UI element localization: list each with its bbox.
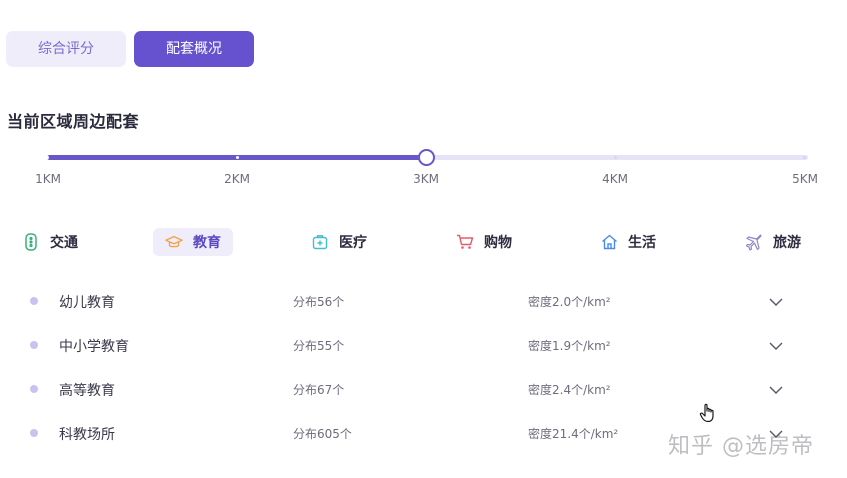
medical-kit-icon: [311, 233, 329, 251]
slider-stop-4km[interactable]: [614, 156, 617, 159]
chevron-down-icon[interactable]: [768, 338, 784, 352]
traffic-light-icon: [22, 233, 40, 251]
tab-facilities-overview[interactable]: 配套概况: [134, 31, 254, 67]
tick-label-4km: 4KM: [602, 172, 628, 186]
list-item[interactable]: 高等教育 分布67个 密度2.4个/km²: [0, 374, 847, 404]
slider-stop-1km[interactable]: [46, 156, 49, 159]
item-name: 高等教育: [59, 383, 115, 399]
item-count: 分布67个: [293, 383, 345, 397]
category-tab-travel[interactable]: 旅游: [745, 228, 801, 256]
bullet-dot: [30, 297, 38, 305]
list-item[interactable]: 幼儿教育 分布56个 密度2.0个/km²: [0, 286, 847, 316]
list-item[interactable]: 中小学教育 分布55个 密度1.9个/km²: [0, 330, 847, 360]
item-density: 密度2.0个/km²: [528, 295, 611, 309]
slider-stop-2km[interactable]: [236, 156, 239, 159]
item-name: 科教场所: [59, 427, 115, 443]
category-label-travel: 旅游: [773, 235, 801, 251]
bullet-dot: [30, 341, 38, 349]
category-tab-shopping[interactable]: 购物: [456, 228, 512, 256]
tick-label-1km: 1KM: [35, 172, 61, 186]
item-density: 密度2.4个/km²: [528, 383, 611, 397]
watermark: 知乎 @选房帝: [668, 434, 814, 459]
item-name: 幼儿教育: [59, 295, 115, 311]
tab-overall-score[interactable]: 综合评分: [6, 31, 126, 67]
category-label-education: 教育: [193, 235, 221, 251]
category-tab-living[interactable]: 生活: [600, 228, 656, 256]
item-count: 分布605个: [293, 427, 352, 441]
section-title: 当前区域周边配套: [7, 112, 140, 131]
graduation-cap-icon: [165, 233, 183, 251]
category-label-shopping: 购物: [484, 235, 512, 251]
tick-label-3km: 3KM: [413, 172, 439, 186]
airplane-icon: [745, 233, 763, 251]
shopping-cart-icon: [456, 233, 474, 251]
item-density: 密度1.9个/km²: [528, 339, 611, 353]
hand-cursor-icon: [699, 403, 717, 423]
category-label-living: 生活: [628, 235, 656, 251]
item-count: 分布55个: [293, 339, 345, 353]
bullet-dot: [30, 429, 38, 437]
category-tab-medical[interactable]: 医疗: [311, 228, 367, 256]
item-density: 密度21.4个/km²: [528, 427, 619, 441]
item-name: 中小学教育: [59, 339, 129, 355]
category-tab-transport[interactable]: 交通: [22, 228, 78, 256]
item-count: 分布56个: [293, 295, 345, 309]
slider-stop-5km[interactable]: [803, 156, 806, 159]
category-label-medical: 医疗: [339, 235, 367, 251]
chevron-down-icon[interactable]: [768, 382, 784, 396]
tick-label-5km: 5KM: [792, 172, 818, 186]
category-tab-education[interactable]: 教育: [153, 228, 233, 256]
category-label-transport: 交通: [50, 235, 78, 251]
chevron-down-icon[interactable]: [768, 294, 784, 308]
bullet-dot: [30, 385, 38, 393]
tick-label-2km: 2KM: [224, 172, 250, 186]
radius-slider-thumb[interactable]: [418, 149, 435, 166]
home-icon: [600, 233, 618, 251]
